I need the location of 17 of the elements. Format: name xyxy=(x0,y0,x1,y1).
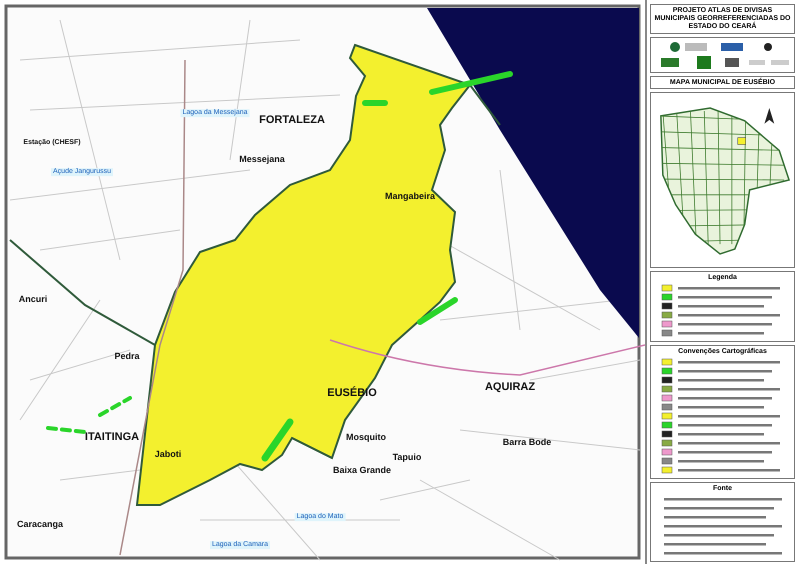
municipality-label: ITAITINGA xyxy=(84,430,140,444)
locality-label: Barra Bode xyxy=(502,438,552,448)
boundary-marker xyxy=(417,297,458,325)
boundary-marker xyxy=(362,100,388,106)
locality-label: Jaboti xyxy=(154,450,182,460)
municipality-label: FORTALEZA xyxy=(259,114,325,126)
locality-label: Caracanga xyxy=(16,520,64,530)
locality-label: Tapuio xyxy=(392,453,422,463)
boundary-marker xyxy=(262,418,294,462)
municipality-label: AQUIRAZ xyxy=(484,380,536,394)
north-arrow-icon xyxy=(764,108,774,124)
locality-label: Ancuri xyxy=(18,295,48,305)
locality-label: Pedra xyxy=(114,352,140,362)
locality-label: Mosquito xyxy=(346,433,386,443)
locality-label: Messejana xyxy=(239,155,285,165)
locality-label: Mangabeira xyxy=(385,192,435,202)
locality-label: Baixa Grande xyxy=(332,466,392,476)
